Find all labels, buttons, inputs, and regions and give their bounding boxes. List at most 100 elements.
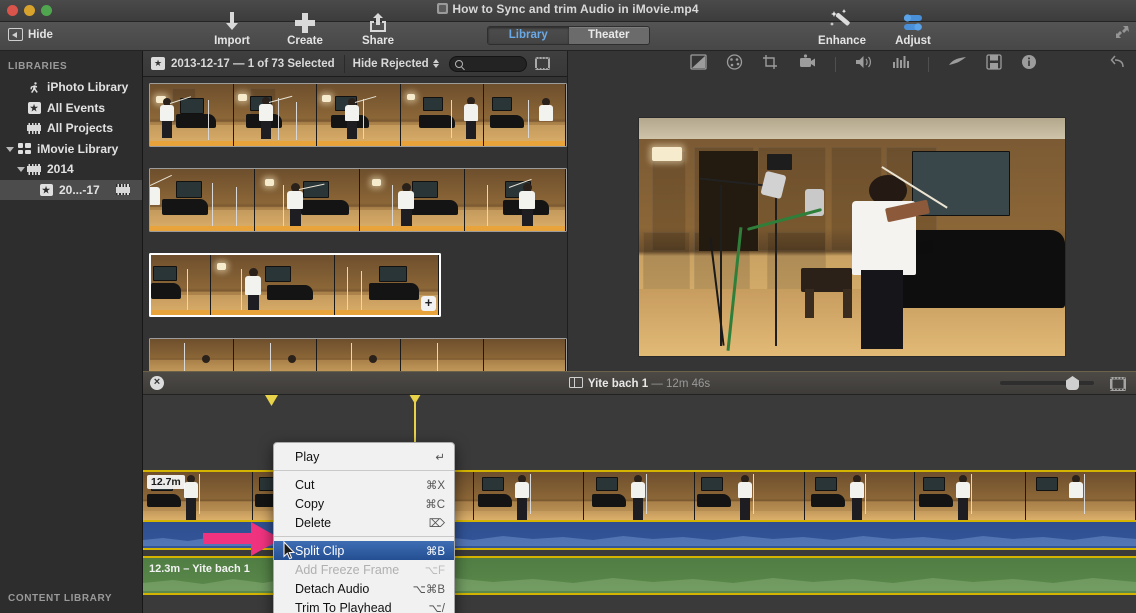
hide-sidebar-icon	[8, 28, 23, 41]
playhead-handle[interactable]	[265, 394, 278, 406]
share-button[interactable]: Share	[351, 6, 405, 47]
sidebar-item-all-events[interactable]: ★ All Events	[0, 98, 142, 119]
menu-item-play[interactable]: Play ↵	[274, 447, 454, 466]
toolbar-divider	[928, 57, 929, 72]
import-arrow-icon	[205, 6, 259, 34]
speed-icon[interactable]	[948, 54, 967, 75]
add-to-project-button[interactable]: +	[421, 296, 436, 311]
sidebar-item-imovie-library[interactable]: iMovie Library	[0, 139, 142, 160]
viewer-pane	[568, 51, 1136, 371]
timeline-header: × Yite bach 1 — 12m 46s	[143, 371, 1136, 395]
project-duration: — 12m 46s	[651, 377, 711, 390]
header-divider	[343, 54, 345, 73]
menu-label: Add Freeze Frame	[295, 562, 400, 577]
library-theater-segmented-control[interactable]: Library Theater	[487, 26, 650, 45]
undo-icon[interactable]	[1109, 55, 1125, 75]
search-field[interactable]	[448, 55, 527, 72]
mouse-cursor	[283, 540, 296, 565]
sidebar-item-2014[interactable]: 2014	[0, 159, 142, 180]
menu-item-detach-audio[interactable]: Detach Audio ⌥⌘B	[274, 579, 454, 598]
menu-item-trim-to-playhead[interactable]: Trim To Playhead ⌥/	[274, 598, 454, 613]
import-label: Import	[214, 35, 250, 47]
project-icon	[568, 376, 583, 388]
menu-item-cut[interactable]: Cut ⌘X	[274, 475, 454, 494]
filmstrip-row[interactable]	[149, 83, 567, 147]
adjustments-toolbar	[568, 51, 1136, 78]
menu-label: Split Clip	[295, 543, 345, 558]
tab-library[interactable]: Library	[488, 27, 569, 44]
movie-file-icon	[437, 3, 449, 14]
stepper-icon[interactable]	[432, 59, 439, 68]
menu-shortcut: ⌦	[428, 517, 445, 530]
create-button[interactable]: Create	[278, 6, 332, 47]
sidebar-item-event-2013-12-17[interactable]: ★ 20...-17	[0, 179, 142, 200]
menu-label: Copy	[295, 496, 325, 511]
color-correction-icon[interactable]	[726, 54, 743, 75]
menu-shortcut: ⌘X	[425, 479, 445, 492]
menu-shortcut: ⌥⌘B	[412, 583, 445, 596]
volume-icon[interactable]	[855, 54, 873, 75]
info-icon[interactable]	[1021, 54, 1037, 75]
sidebar-label: All Events	[47, 100, 106, 115]
sidebar-item-transitions[interactable]: Transitions	[0, 609, 142, 613]
plus-icon	[278, 6, 332, 34]
window-titlebar: How to Sync and trim Audio in iMovie.mp4	[0, 0, 1136, 22]
crop-icon[interactable]	[762, 54, 779, 75]
toolbar-actions: Import Create Share	[205, 6, 405, 47]
sidebar-label: 20...-17	[59, 182, 100, 197]
clip-context-menu[interactable]: Play ↵ Cut ⌘X Copy ⌘C Delete ⌦ Split Cli…	[273, 442, 455, 613]
menu-label: Delete	[295, 515, 332, 530]
film-icon	[115, 184, 131, 196]
sidebar-item-all-projects[interactable]: All Projects	[0, 118, 142, 139]
disclosure-triangle-icon[interactable]	[17, 167, 25, 172]
menu-shortcut: ⌥F	[424, 564, 445, 577]
menu-item-delete[interactable]: Delete ⌦	[274, 513, 454, 532]
sidebar-item-iphoto-library[interactable]: iPhoto Library	[0, 77, 142, 98]
menu-shortcut: ⌘C	[425, 498, 445, 511]
filmstrip-view-icon[interactable]	[534, 57, 550, 70]
filmstrip-row[interactable]	[149, 338, 567, 371]
filmstrip-row-selected[interactable]: +	[149, 253, 441, 317]
filmstrip-row[interactable]	[149, 168, 567, 232]
menu-item-copy[interactable]: Copy ⌘C	[274, 494, 454, 513]
disclosure-triangle-icon[interactable]	[6, 146, 14, 152]
star-badge-icon: ★	[151, 57, 165, 70]
noise-reduction-icon[interactable]	[986, 54, 1002, 75]
video-preview[interactable]	[639, 118, 1065, 356]
menu-separator	[274, 470, 454, 471]
magic-wand-icon	[815, 6, 869, 34]
star-badge-icon: ★	[26, 101, 42, 114]
event-browser[interactable]: +	[143, 77, 567, 371]
fullscreen-icon[interactable]	[1115, 25, 1129, 38]
search-input[interactable]	[465, 57, 524, 70]
menu-item-split-clip[interactable]: Split Clip ⌘B	[274, 541, 454, 560]
adjust-button[interactable]: Adjust	[886, 6, 940, 47]
share-label: Share	[362, 35, 394, 47]
grid-icon	[16, 143, 32, 155]
enhance-button[interactable]: Enhance	[815, 6, 869, 47]
sidebar: LIBRARIES iPhoto Library ★ All Events Al…	[0, 51, 143, 613]
tab-theater[interactable]: Theater	[569, 27, 650, 44]
timeline-zoom-slider[interactable]	[1000, 376, 1094, 390]
hide-rejected-filter[interactable]: Hide Rejected	[353, 58, 429, 70]
equalizer-icon[interactable]	[892, 54, 909, 75]
hide-sidebar-button[interactable]: Hide	[8, 28, 53, 41]
adjust-label: Adjust	[895, 35, 931, 47]
color-balance-icon[interactable]	[690, 54, 707, 75]
hide-label: Hide	[28, 28, 53, 41]
menu-label: Play	[295, 449, 320, 464]
menu-label: Cut	[295, 477, 315, 492]
imovie-window: How to Sync and trim Audio in iMovie.mp4…	[0, 0, 1136, 613]
filmstrip-view-icon[interactable]	[1110, 377, 1126, 391]
sidebar-label: iPhoto Library	[47, 80, 129, 95]
search-icon	[454, 59, 463, 68]
share-icon	[351, 6, 405, 34]
folder-film-icon	[26, 163, 42, 175]
star-badge-icon: ★	[38, 183, 54, 196]
import-button[interactable]: Import	[205, 6, 259, 47]
menu-shortcut: ⌥/	[428, 602, 445, 613]
toolbar-divider	[835, 57, 836, 72]
stabilization-icon[interactable]	[798, 54, 816, 75]
sidebar-label: All Projects	[47, 121, 114, 136]
project-title: Yite bach 1 — 12m 46s	[143, 376, 1136, 390]
